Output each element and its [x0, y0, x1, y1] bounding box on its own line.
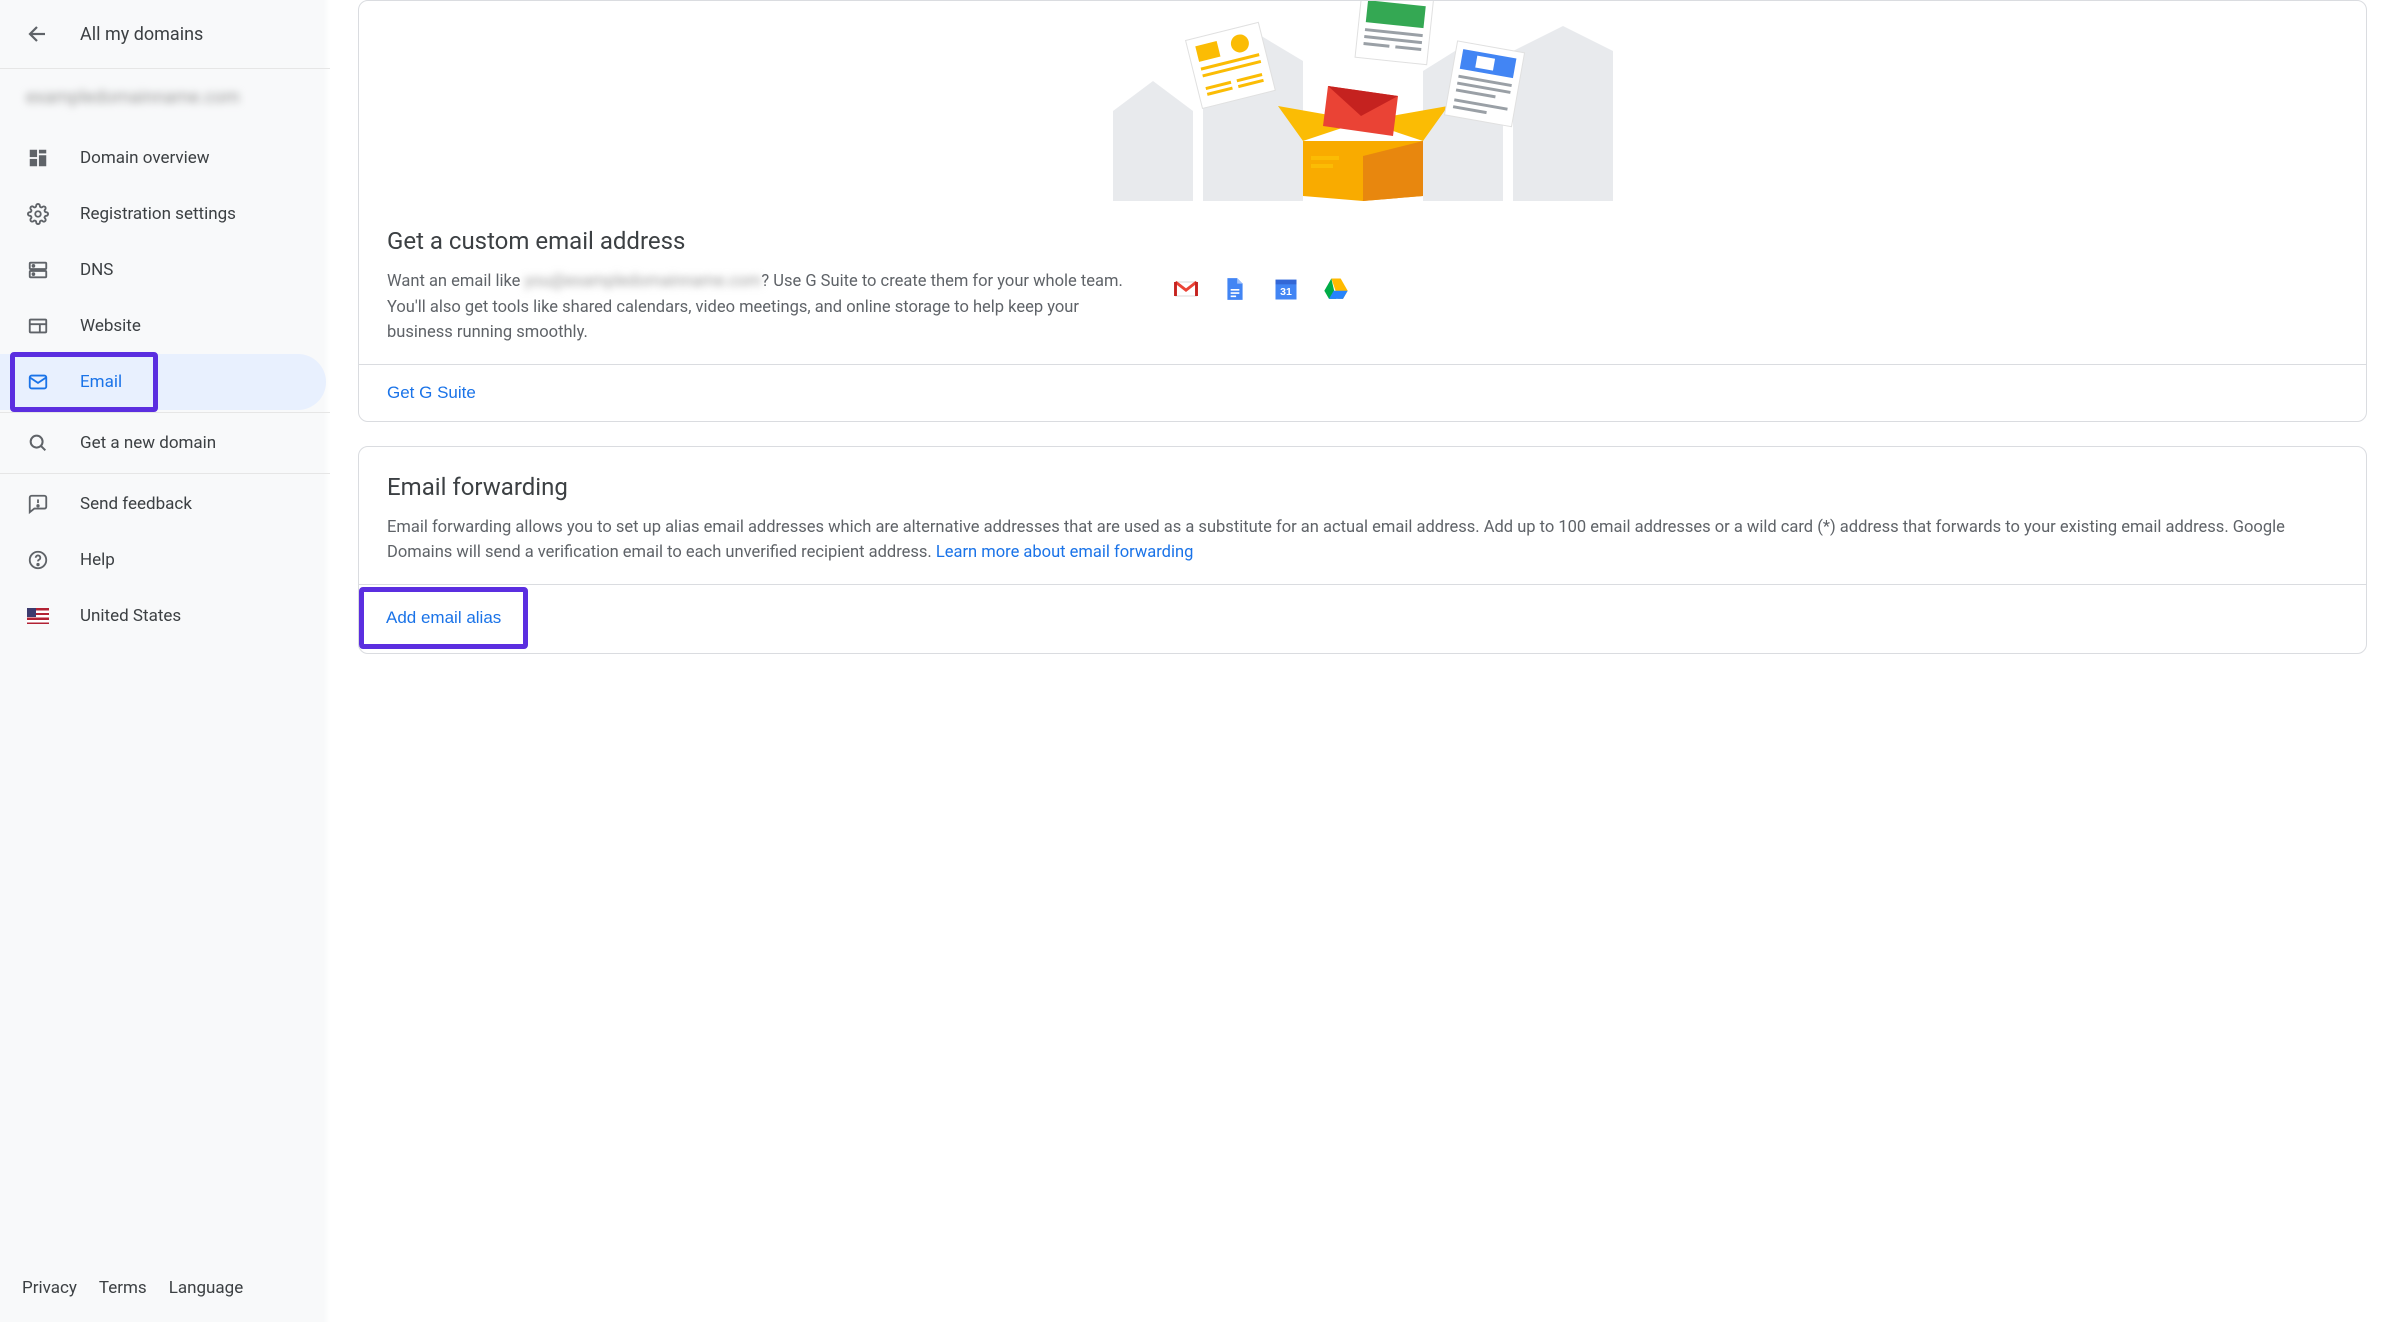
- forwarding-learn-more-link[interactable]: Learn more about email forwarding: [936, 543, 1194, 562]
- us-flag-icon: [26, 604, 50, 628]
- svg-text:31: 31: [1280, 286, 1292, 298]
- footer-language-link[interactable]: Language: [169, 1278, 244, 1298]
- nav-label: Website: [80, 316, 141, 336]
- forwarding-description: Email forwarding allows you to set up al…: [387, 515, 2338, 566]
- nav-label: Help: [80, 550, 115, 570]
- gsuite-title: Get a custom email address: [387, 227, 2338, 255]
- sidebar-header: All my domains: [0, 0, 330, 69]
- back-arrow-icon[interactable]: [26, 22, 50, 46]
- nav-item-website[interactable]: Website: [0, 298, 326, 354]
- email-forwarding-card: Email forwarding Email forwarding allows…: [358, 446, 2367, 654]
- footer-privacy-link[interactable]: Privacy: [22, 1278, 77, 1298]
- gsuite-app-icons: 31: [1172, 269, 1350, 303]
- dns-icon: [26, 258, 50, 282]
- nav-item-dns[interactable]: DNS: [0, 242, 326, 298]
- sidebar-nav-secondary: Get a new domain: [0, 415, 330, 471]
- footer-terms-link[interactable]: Terms: [99, 1278, 147, 1298]
- calendar-icon: 31: [1272, 275, 1300, 303]
- nav-label: DNS: [80, 260, 113, 280]
- feedback-icon: [26, 492, 50, 516]
- nav-label: Registration settings: [80, 204, 236, 224]
- search-icon: [26, 431, 50, 455]
- website-icon: [26, 314, 50, 338]
- gsuite-card: Get a custom email address Want an email…: [358, 0, 2367, 422]
- nav-item-registration-settings[interactable]: Registration settings: [0, 186, 326, 242]
- docs-icon: [1222, 275, 1250, 303]
- main-content: Get a custom email address Want an email…: [330, 0, 2395, 1322]
- get-gsuite-button[interactable]: Get G Suite: [387, 383, 476, 403]
- redacted-email: you@exampledomainname.com: [525, 269, 762, 295]
- nav-item-email[interactable]: Email: [0, 354, 326, 410]
- nav-item-country[interactable]: United States: [0, 588, 326, 644]
- drive-icon: [1322, 275, 1350, 303]
- gsuite-actions: Get G Suite: [359, 364, 2366, 421]
- nav-label: United States: [80, 606, 181, 626]
- nav-label: Send feedback: [80, 494, 192, 514]
- email-icon: [26, 370, 50, 394]
- add-email-alias-button[interactable]: Add email alias: [386, 608, 501, 628]
- nav-item-domain-overview[interactable]: Domain overview: [0, 130, 326, 186]
- sidebar: All my domains exampledomainname.com Dom…: [0, 0, 330, 1322]
- dashboard-icon: [26, 146, 50, 170]
- nav-item-send-feedback[interactable]: Send feedback: [0, 476, 326, 532]
- sidebar-title: All my domains: [80, 24, 203, 45]
- nav-label: Get a new domain: [80, 433, 216, 453]
- gsuite-hero-illustration: [359, 1, 2366, 201]
- tutorial-highlight-add-alias: Add email alias: [359, 587, 528, 649]
- forwarding-title: Email forwarding: [387, 473, 2338, 501]
- divider: [0, 473, 330, 474]
- gear-icon: [26, 202, 50, 226]
- gmail-icon: [1172, 275, 1200, 303]
- sidebar-nav-tertiary: Send feedback Help United States: [0, 476, 330, 644]
- nav-label: Email: [80, 372, 122, 392]
- divider: [0, 412, 330, 413]
- gsuite-description: Want an email like you@exampledomainname…: [387, 269, 1132, 346]
- current-domain-name: exampledomainname.com: [0, 69, 330, 130]
- sidebar-nav: Domain overview Registration settings DN…: [0, 130, 330, 410]
- help-icon: [26, 548, 50, 572]
- nav-item-get-new-domain[interactable]: Get a new domain: [0, 415, 326, 471]
- nav-label: Domain overview: [80, 148, 210, 168]
- forwarding-actions: Add email alias: [359, 584, 2366, 653]
- footer-links: Privacy Terms Language: [0, 1260, 330, 1322]
- nav-item-help[interactable]: Help: [0, 532, 326, 588]
